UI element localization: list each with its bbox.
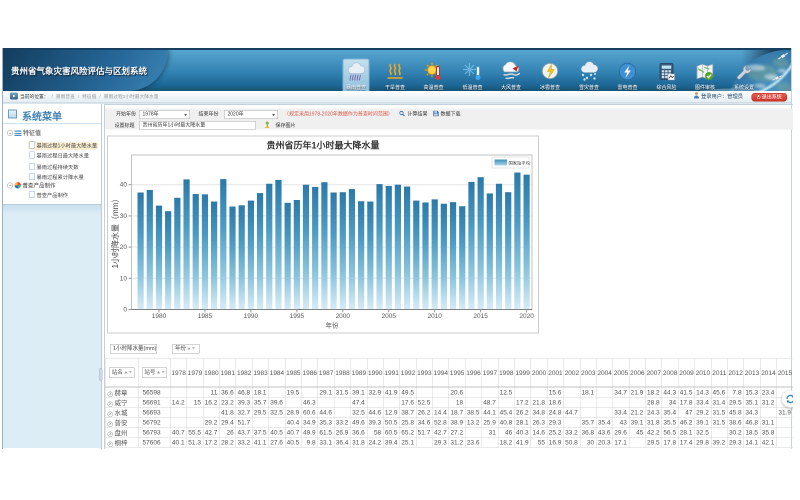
svg-text:2015: 2015 [473, 313, 488, 320]
svg-text:20: 20 [120, 244, 128, 251]
svg-text:2010: 2010 [427, 313, 442, 320]
svg-text:1980: 1980 [152, 313, 167, 320]
svg-text:国家站平均: 国家站平均 [509, 159, 530, 166]
svg-text:1985: 1985 [198, 313, 213, 320]
svg-text:1小时降水量（mm）: 1小时降水量（mm） [110, 195, 120, 269]
svg-text:30: 30 [120, 213, 128, 220]
svg-text:年份: 年份 [326, 321, 340, 330]
svg-text:10: 10 [120, 275, 128, 282]
svg-text:40: 40 [120, 182, 128, 189]
svg-text:2000: 2000 [336, 313, 351, 320]
svg-text:0: 0 [123, 307, 127, 314]
svg-text:2020: 2020 [519, 313, 534, 320]
svg-text:1995: 1995 [290, 313, 305, 320]
svg-text:1990: 1990 [244, 313, 259, 320]
svg-text:2005: 2005 [382, 313, 397, 320]
